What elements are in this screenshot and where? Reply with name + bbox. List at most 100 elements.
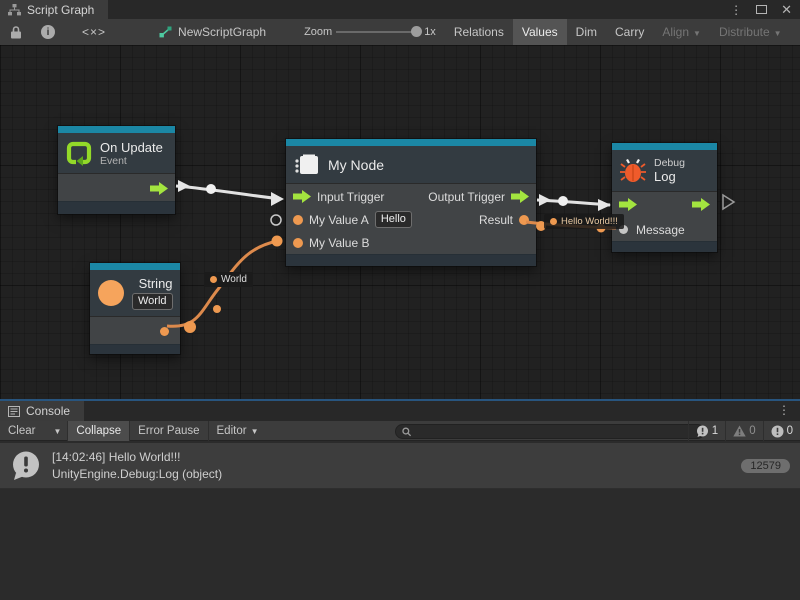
search-icon: [402, 427, 412, 437]
bug-icon: [620, 159, 646, 183]
port-label-output-trigger: Output Trigger: [428, 190, 505, 204]
tab-console[interactable]: Console: [0, 401, 84, 421]
console-menu-icon[interactable]: ⋮: [778, 403, 790, 417]
node-footer: [286, 254, 536, 266]
value-input-port-b[interactable]: [293, 238, 303, 248]
window-controls: ⋮ ✕: [730, 0, 792, 19]
node-accent-bar: [286, 139, 536, 146]
flow-output-port[interactable]: [511, 190, 529, 203]
node-on-update[interactable]: On Update Event: [58, 126, 175, 214]
value-output-port[interactable]: [160, 327, 169, 336]
error-circle-icon: [771, 425, 784, 438]
port-label-value-a: My Value A: [309, 213, 369, 227]
wire-value-badge-world: World: [204, 272, 253, 287]
zoom-slider-handle[interactable]: [411, 26, 422, 37]
node-body: Input Trigger Output Trigger My Value A …: [286, 183, 536, 254]
port-label-result: Result: [479, 213, 513, 227]
wire-value-badge-hello-world: Hello World!!!: [544, 214, 624, 229]
clear-button[interactable]: Clear: [0, 421, 43, 441]
node-my-node[interactable]: My Node Input Trigger Output Trigger: [286, 139, 536, 266]
warning-triangle-icon: [733, 425, 746, 437]
flow-output-port[interactable]: [692, 198, 710, 211]
node-accent-bar: [58, 126, 175, 133]
info-button[interactable]: i: [32, 19, 64, 45]
port-label-message: Message: [636, 223, 685, 237]
console-search[interactable]: [395, 424, 705, 439]
flow-input-port[interactable]: [293, 190, 311, 203]
search-input[interactable]: [416, 426, 698, 438]
distribute-button[interactable]: Distribute: [710, 19, 791, 45]
value-dot-icon: [210, 276, 217, 283]
collapse-button[interactable]: Collapse: [68, 421, 129, 441]
zoom-control: Zoom 1x: [295, 19, 445, 45]
dim-button[interactable]: Dim: [567, 19, 606, 45]
port-label-input-trigger: Input Trigger: [317, 190, 384, 204]
tab-console-label: Console: [26, 404, 70, 418]
log-line-2: UnityEngine.Debug:Log (object): [52, 466, 731, 483]
log-bubble-icon: [696, 425, 709, 438]
wire-flow-dot: [206, 184, 216, 194]
node-debug-log[interactable]: Debug Log Message: [612, 143, 717, 252]
wire-end-arrow: [598, 199, 611, 211]
values-button[interactable]: Values: [513, 19, 567, 45]
carry-button[interactable]: Carry: [606, 19, 653, 45]
maximize-icon[interactable]: [756, 5, 767, 14]
wire-flow-dot: [558, 196, 568, 206]
value-a-field[interactable]: Hello: [375, 211, 412, 228]
chevron-down-icon: [251, 427, 259, 436]
value-input-port-a[interactable]: [293, 215, 303, 225]
log-bubble-icon: [10, 450, 42, 482]
flow-output-port[interactable]: [150, 182, 168, 195]
log-line-1: [14:02:46] Hello World!!!: [52, 449, 731, 466]
string-value-field[interactable]: World: [132, 293, 173, 310]
unit-box-icon: [294, 154, 320, 176]
console-tabbar: Console ⋮: [0, 401, 800, 421]
info-count-toggle[interactable]: 1: [689, 421, 725, 441]
console-list[interactable]: [14:02:46] Hello World!!! UnityEngine.De…: [0, 442, 800, 600]
clear-dropdown[interactable]: [43, 421, 67, 441]
align-button[interactable]: Align: [653, 19, 710, 45]
lock-button[interactable]: [0, 19, 32, 45]
node-header: Debug Log: [612, 150, 717, 191]
wire-flow-onupdate-mynode[interactable]: [176, 186, 281, 199]
window-menu-icon[interactable]: ⋮: [730, 3, 742, 17]
node-header: String World: [90, 270, 180, 316]
graph-name-button[interactable]: NewScriptGraph: [150, 19, 275, 45]
node-body: Message: [612, 191, 717, 241]
wire-flow-mynode-debug[interactable]: [537, 200, 610, 205]
error-count-toggle[interactable]: 0: [764, 421, 800, 441]
node-body: [90, 316, 180, 344]
info-icon: i: [41, 25, 55, 39]
node-footer: [612, 241, 717, 252]
close-icon[interactable]: ✕: [781, 2, 792, 18]
editor-dropdown[interactable]: Editor: [209, 421, 267, 441]
value-dot-icon: [550, 218, 557, 225]
node-string[interactable]: String World: [90, 263, 180, 354]
tab-script-graph-label: Script Graph: [27, 3, 94, 17]
warning-count-toggle[interactable]: 0: [726, 421, 762, 441]
code-view-button[interactable]: <×>: [64, 19, 124, 45]
graph-hierarchy-icon: [8, 4, 21, 16]
wire-value-dot: [184, 321, 196, 333]
console-log-entry[interactable]: [14:02:46] Hello World!!! UnityEngine.De…: [0, 443, 800, 489]
error-pause-button[interactable]: Error Pause: [130, 421, 207, 441]
loop-event-icon: [66, 140, 92, 166]
node-body: [58, 173, 175, 201]
node-title: On Update: [100, 140, 163, 155]
string-literal-icon: [98, 280, 124, 306]
collapse-count-badge: 12579: [741, 459, 790, 473]
wire-value-dot: [272, 236, 283, 247]
graph-canvas[interactable]: On Update Event My Node: [0, 45, 800, 399]
wire-start-arrow: [539, 194, 551, 206]
zoom-slider[interactable]: [336, 31, 420, 33]
value-output-port-result[interactable]: [519, 215, 529, 225]
unconnected-flow-arrow: [723, 195, 734, 209]
relations-button[interactable]: Relations: [445, 19, 513, 45]
chevron-down-icon: [53, 427, 61, 436]
node-accent-bar: [612, 143, 717, 150]
node-title: String: [139, 276, 173, 291]
tab-script-graph[interactable]: Script Graph: [0, 0, 108, 19]
flow-input-port[interactable]: [619, 198, 637, 211]
node-subtitle: Event: [100, 155, 163, 167]
overview-button[interactable]: Overview: [791, 19, 800, 45]
